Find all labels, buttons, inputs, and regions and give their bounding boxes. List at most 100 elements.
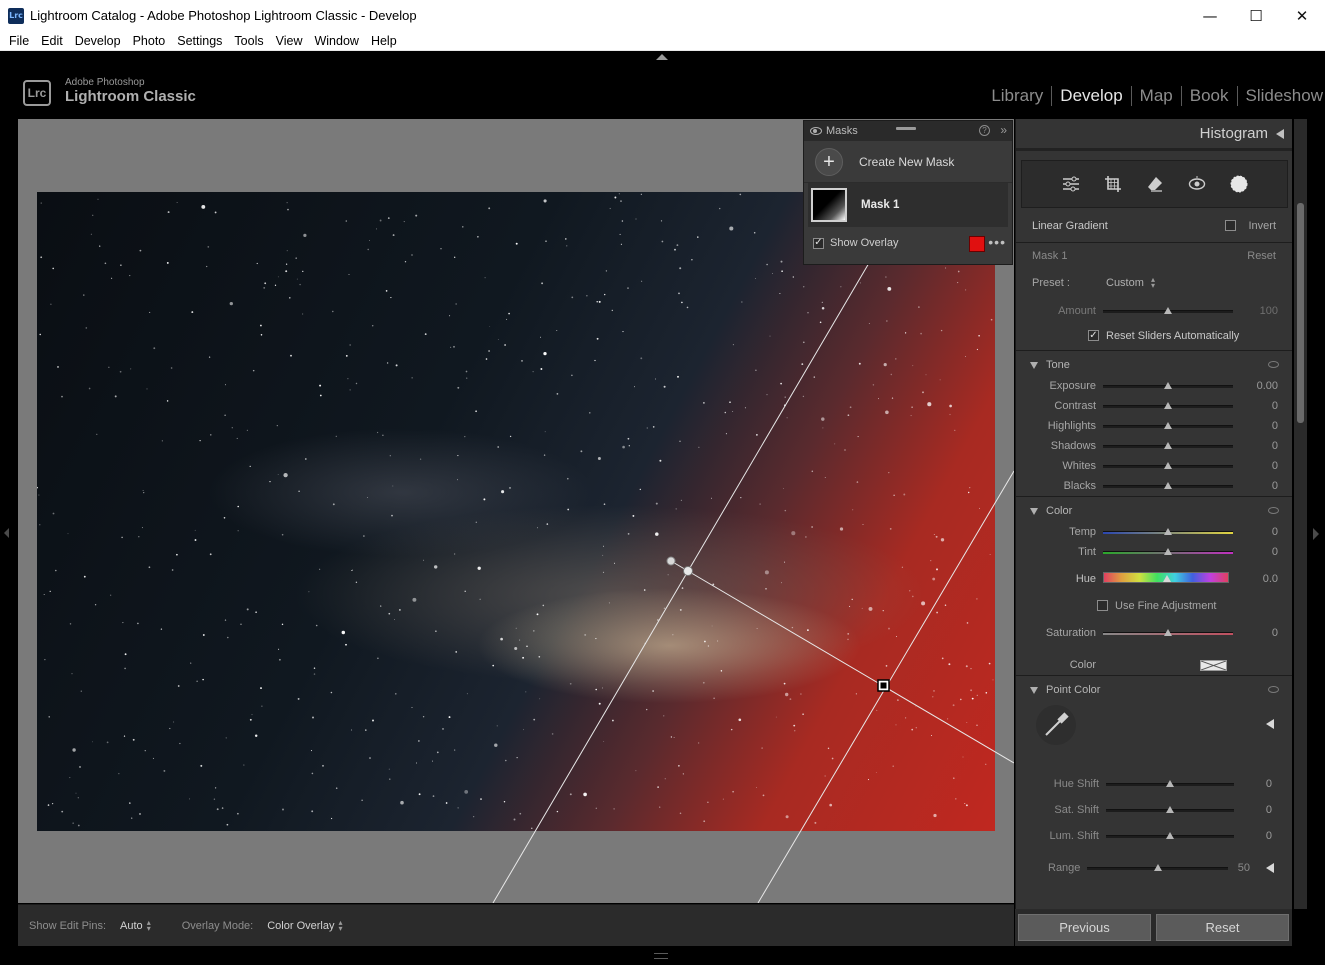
eye-icon[interactable] — [1268, 361, 1279, 368]
saturation-slider[interactable] — [1103, 629, 1233, 636]
slider-thumb[interactable] — [1164, 307, 1172, 314]
slider-thumb[interactable] — [1164, 422, 1172, 429]
exposure-value[interactable]: 0.00 — [1257, 380, 1278, 392]
edit-pins-dropdown[interactable]: Auto — [120, 920, 143, 932]
mask-icon[interactable] — [1226, 171, 1252, 197]
slider-thumb[interactable] — [1164, 548, 1172, 555]
menu-settings[interactable]: Settings — [171, 34, 228, 48]
highlights-value[interactable]: 0 — [1272, 420, 1278, 432]
lum-shift-slider[interactable] — [1106, 832, 1234, 839]
minimize-button[interactable]: — — [1187, 0, 1233, 31]
menu-help[interactable]: Help — [365, 34, 403, 48]
contrast-slider[interactable] — [1103, 402, 1233, 409]
menu-file[interactable]: File — [3, 34, 35, 48]
slider-thumb[interactable] — [1166, 780, 1174, 787]
slider-thumb[interactable] — [1154, 864, 1162, 871]
create-new-mask-button[interactable]: + Create New Mask — [804, 141, 1012, 183]
plus-icon[interactable]: + — [815, 147, 843, 176]
contrast-value[interactable]: 0 — [1272, 400, 1278, 412]
scrollbar-thumb[interactable] — [1297, 203, 1304, 423]
tint-value[interactable]: 0 — [1272, 546, 1278, 558]
histogram-header[interactable]: Histogram — [1016, 119, 1292, 151]
reset-sliders-checkbox[interactable]: ✓ — [1088, 330, 1099, 341]
expand-range-icon[interactable] — [1266, 863, 1274, 873]
temp-slider[interactable] — [1103, 528, 1233, 535]
module-slideshow[interactable]: Slideshow — [1238, 86, 1325, 106]
right-panel-scrollbar[interactable] — [1294, 119, 1307, 909]
menu-develop[interactable]: Develop — [69, 34, 127, 48]
blacks-slider[interactable] — [1103, 482, 1233, 489]
slider-thumb[interactable] — [1164, 382, 1172, 389]
slider-thumb[interactable] — [1164, 442, 1172, 449]
slider-thumb[interactable] — [1166, 832, 1174, 839]
sliders-icon[interactable] — [1058, 171, 1084, 197]
hue-value[interactable]: 0.0 — [1263, 573, 1278, 585]
temp-value[interactable]: 0 — [1272, 526, 1278, 538]
overlay-mode-dropdown[interactable]: Color Overlay — [267, 920, 334, 932]
collapse-triangle-icon[interactable] — [1030, 361, 1038, 369]
tint-slider[interactable] — [1103, 548, 1233, 555]
color-header[interactable]: Color — [1016, 500, 1292, 522]
masks-panel-header[interactable]: Masks ? » — [804, 121, 1012, 141]
mask-list-item[interactable]: Mask 1 — [808, 183, 1008, 227]
slider-thumb[interactable] — [1163, 575, 1171, 582]
sat-shift-slider[interactable] — [1106, 806, 1234, 813]
preset-dropdown[interactable]: Custom — [1106, 277, 1144, 289]
module-map[interactable]: Map — [1132, 86, 1182, 106]
menu-photo[interactable]: Photo — [127, 34, 172, 48]
range-value[interactable]: 50 — [1238, 862, 1250, 874]
eye-icon[interactable] — [810, 127, 822, 135]
collapse-triangle-icon[interactable] — [1030, 686, 1038, 694]
amount-slider[interactable] — [1103, 307, 1233, 314]
crop-icon[interactable] — [1100, 171, 1126, 197]
saturation-value[interactable]: 0 — [1272, 627, 1278, 639]
expand-histogram-icon[interactable] — [1276, 128, 1284, 139]
overlay-color-swatch[interactable] — [969, 236, 985, 252]
previous-button[interactable]: Previous — [1018, 914, 1151, 941]
menu-view[interactable]: View — [270, 34, 309, 48]
mask-reset-button[interactable]: Reset — [1247, 250, 1276, 262]
expand-swatches-icon[interactable] — [1266, 719, 1274, 729]
tone-header[interactable]: Tone — [1016, 354, 1292, 376]
amount-value[interactable]: 100 — [1260, 305, 1278, 317]
close-button[interactable]: ✕ — [1279, 0, 1325, 31]
help-icon[interactable]: ? — [979, 125, 990, 136]
hue-shift-value[interactable]: 0 — [1266, 778, 1272, 790]
eye-icon[interactable] — [1268, 686, 1279, 693]
eraser-icon[interactable] — [1142, 171, 1168, 197]
shadows-slider[interactable] — [1103, 442, 1233, 449]
blacks-value[interactable]: 0 — [1272, 480, 1278, 492]
right-panel-toggle-icon[interactable] — [1313, 528, 1319, 540]
show-overlay-checkbox[interactable]: ✓ — [813, 237, 824, 249]
slider-thumb[interactable] — [1164, 402, 1172, 409]
left-panel-toggle-icon[interactable] — [4, 528, 9, 538]
point-color-header[interactable]: Point Color — [1016, 679, 1292, 701]
menu-edit[interactable]: Edit — [35, 34, 69, 48]
module-library[interactable]: Library — [983, 86, 1053, 106]
collapse-top-panel-icon[interactable] — [656, 54, 668, 60]
menu-tools[interactable]: Tools — [228, 34, 269, 48]
whites-slider[interactable] — [1103, 462, 1233, 469]
slider-thumb[interactable] — [1164, 462, 1172, 469]
eyedropper-icon[interactable] — [1036, 705, 1076, 745]
more-options-icon[interactable]: ••• — [988, 234, 1006, 250]
highlights-slider[interactable] — [1103, 422, 1233, 429]
slider-thumb[interactable] — [1164, 629, 1172, 636]
hue-slider[interactable] — [1103, 572, 1229, 583]
maximize-button[interactable]: ☐ — [1233, 0, 1279, 31]
drag-handle-icon[interactable] — [896, 127, 916, 130]
whites-value[interactable]: 0 — [1272, 460, 1278, 472]
mask-thumbnail[interactable] — [811, 188, 847, 222]
slider-thumb[interactable] — [1166, 806, 1174, 813]
redeye-icon[interactable] — [1184, 171, 1210, 197]
exposure-slider[interactable] — [1103, 382, 1233, 389]
collapse-triangle-icon[interactable] — [1030, 507, 1038, 515]
reset-button[interactable]: Reset — [1156, 914, 1289, 941]
collapse-panel-icon[interactable]: » — [1000, 123, 1007, 137]
range-slider[interactable] — [1087, 864, 1228, 871]
module-book[interactable]: Book — [1182, 86, 1238, 106]
eye-icon[interactable] — [1268, 507, 1279, 514]
sat-shift-value[interactable]: 0 — [1266, 804, 1272, 816]
hue-shift-slider[interactable] — [1106, 780, 1234, 787]
slider-thumb[interactable] — [1164, 528, 1172, 535]
